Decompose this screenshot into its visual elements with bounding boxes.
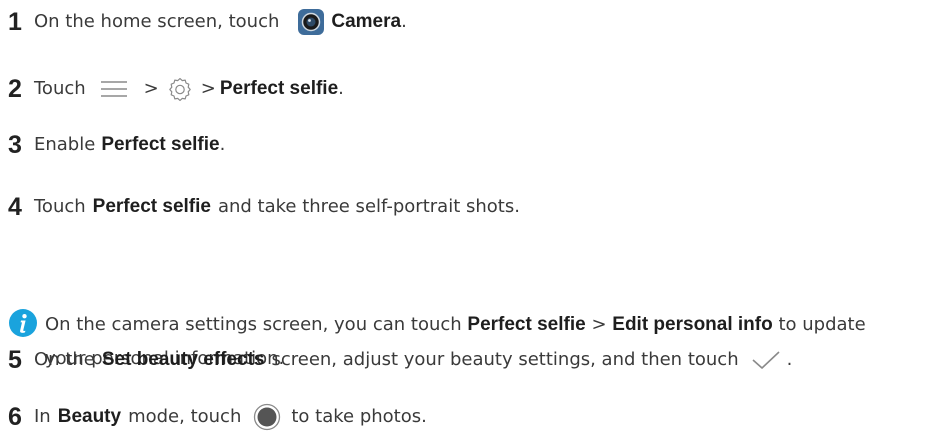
step-number: 2 (8, 75, 22, 103)
separator: > (143, 78, 159, 99)
bold-term-perfect-selfie: Perfect selfie (219, 78, 339, 99)
bold-term-set-beauty-effects: Set beauty effects (101, 349, 265, 370)
step-number: 6 (8, 403, 22, 431)
step-text-end: . (401, 11, 407, 32)
menu-icon (100, 79, 128, 99)
step-text: Touch (34, 196, 86, 217)
settings-gear-icon (167, 76, 193, 102)
bold-term-perfect-selfie: Perfect selfie (101, 134, 220, 155)
step-number: 3 (8, 131, 22, 159)
step-text-mid: screen, adjust your beauty settings, and… (271, 349, 739, 370)
bold-term-camera: Camera (331, 11, 402, 32)
separator: > (200, 78, 216, 99)
step-text: On the home screen, touch (34, 11, 280, 32)
step-text-end: . (338, 78, 344, 99)
bold-term-beauty: Beauty (57, 406, 122, 427)
separator: > (591, 314, 607, 335)
step-text-end: and take three self-portrait shots. (217, 196, 520, 217)
step-text-end: to take photos. (291, 406, 427, 427)
step-number: 1 (8, 8, 22, 36)
checkmark-icon (751, 350, 781, 370)
note-text-start: On the camera settings screen, you can t… (45, 314, 462, 335)
step-6: 6 In Beauty mode, touch to take photos. (8, 403, 427, 431)
bold-term-perfect-selfie: Perfect selfie (92, 196, 211, 217)
bold-term-edit-personal-info: Edit personal info (612, 314, 773, 335)
step-number: 5 (8, 346, 22, 374)
step-text-end: . (786, 349, 793, 370)
camera-app-icon (297, 8, 325, 36)
step-5: 5 On the Set beauty effects screen, adju… (8, 346, 793, 374)
step-text-end: . (219, 134, 226, 155)
step-text-mid: mode, touch (128, 406, 242, 427)
shutter-icon (253, 403, 281, 431)
step-text: On the (34, 349, 95, 370)
step-number: 4 (8, 193, 22, 221)
step-text: Enable (34, 134, 96, 155)
step-text: In (34, 406, 51, 427)
step-1: 1 On the home screen, touch Camera . (8, 8, 407, 36)
info-icon (8, 308, 38, 338)
step-2: 2 Touch > > Perfect selfie . (8, 76, 344, 102)
step-text: Touch (34, 78, 86, 99)
bold-term-perfect-selfie: Perfect selfie (467, 314, 586, 335)
step-4: 4 Touch Perfect selfie and take three se… (8, 193, 520, 221)
step-3: 3 Enable Perfect selfie . (8, 131, 226, 159)
